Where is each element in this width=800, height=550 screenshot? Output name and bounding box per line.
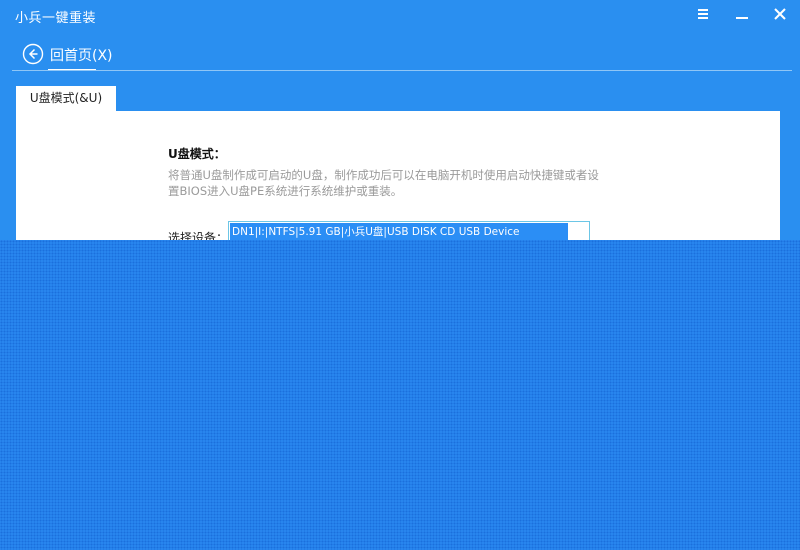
back-arrow-icon — [22, 43, 44, 65]
title-bar: 小兵一键重装 — [0, 0, 800, 34]
usb-mode-description: 将普通U盘制作成可启动的U盘，制作成功后可以在电脑开机时使用启动快捷键或者设置B… — [168, 168, 599, 198]
window-title: 小兵一键重装 — [15, 11, 97, 26]
close-button[interactable] — [767, 4, 793, 28]
tab-usb-mode[interactable]: U盘模式(&U) — [16, 86, 116, 112]
device-select[interactable]: DN1|I:|NTFS|5.91 GB|小兵U盘|USB DISK CD USB… — [228, 221, 590, 240]
back-to-home-label: 回首页(X) — [50, 48, 113, 64]
minimize-icon — [736, 17, 748, 19]
close-icon — [774, 8, 786, 20]
menu-icon — [698, 9, 708, 19]
header-divider — [12, 70, 792, 71]
pixelated-region — [0, 240, 800, 550]
device-select-value: DN1|I:|NTFS|5.91 GB|小兵U盘|USB DISK CD USB… — [230, 223, 568, 240]
minimize-button[interactable] — [729, 4, 755, 28]
usb-mode-title: U盘模式： — [168, 147, 226, 161]
menu-button[interactable] — [690, 4, 716, 28]
device-label: 选择设备： — [168, 231, 229, 240]
